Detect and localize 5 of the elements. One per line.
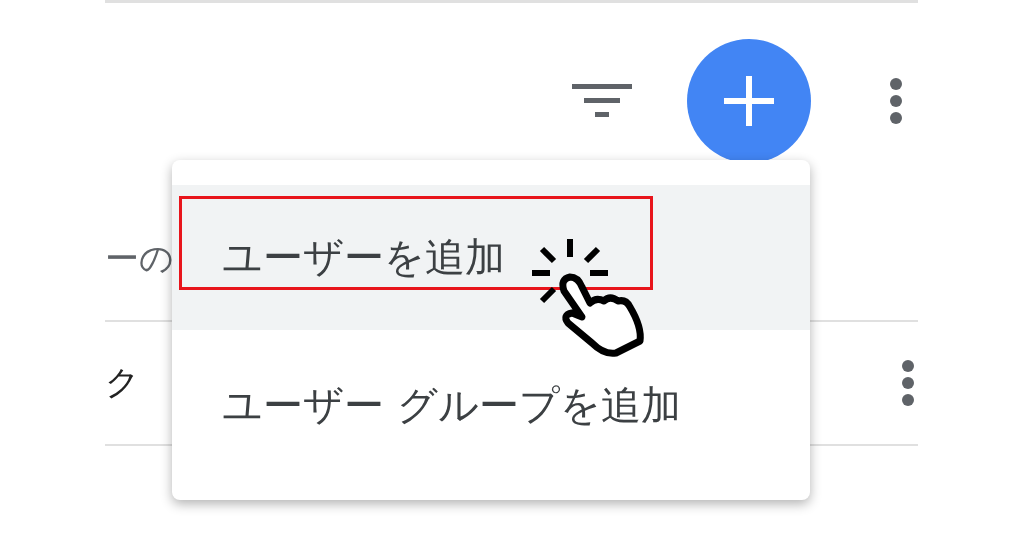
row-label: ク [105, 361, 140, 404]
plus-icon [724, 75, 774, 126]
row-label: ーの [105, 237, 174, 280]
more-options-button[interactable] [900, 358, 916, 408]
menu-item[interactable]: ユーザー グループを追加 [172, 330, 810, 480]
